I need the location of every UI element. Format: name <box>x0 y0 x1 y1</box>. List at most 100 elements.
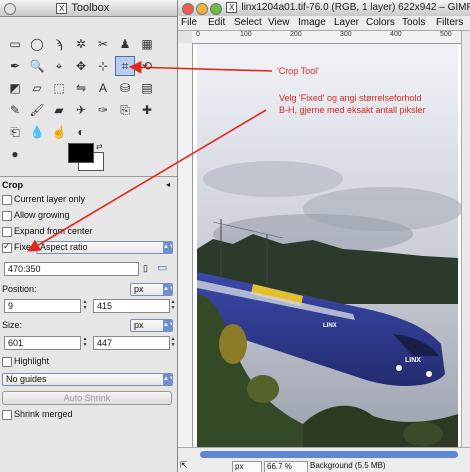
size-height-stepper[interactable]: ▲ ▼ <box>170 336 176 348</box>
ruler-tick: 500 <box>440 31 452 38</box>
foreground-color-swatch[interactable] <box>68 143 94 163</box>
toolbox-titlebar[interactable]: X Toolbox <box>0 0 177 17</box>
rect-select-icon[interactable]: ▭ <box>5 34 25 54</box>
perspective-clone-icon[interactable]: ⎗ <box>5 122 25 142</box>
menu-bar: File Edit Select View Image Layer Colors… <box>178 16 470 31</box>
chevron-down-icon: ▲▼ <box>163 242 172 253</box>
fixed-mode-select[interactable]: Aspect ratio ▲▼ <box>36 241 173 254</box>
bucket-fill-icon[interactable]: ⛁ <box>115 78 135 98</box>
menu-select[interactable]: Select <box>234 17 262 28</box>
paintbrush-icon[interactable]: 🖌 <box>27 100 47 120</box>
portrait-icon[interactable]: ▯ <box>143 263 148 274</box>
options-menu-icon[interactable]: ◂ <box>166 180 170 189</box>
ellipse-select-icon[interactable]: ◯ <box>27 34 47 54</box>
position-y-stepper[interactable]: ▲ ▼ <box>170 299 176 311</box>
foreground-select-icon[interactable]: ♟ <box>115 34 135 54</box>
heal-icon[interactable]: ✚ <box>137 100 157 120</box>
flip-icon[interactable]: ⇋ <box>71 78 91 98</box>
scale-icon[interactable]: ◩ <box>5 78 25 98</box>
position-y-input[interactable]: 415 <box>93 299 170 313</box>
zoom-select[interactable]: 66.7 % <box>264 461 308 472</box>
menu-image[interactable]: Image <box>298 17 326 28</box>
ink-icon[interactable]: ✑ <box>93 100 113 120</box>
current-layer-only-checkbox[interactable] <box>2 195 12 205</box>
smudge-icon[interactable]: ☝ <box>49 122 69 142</box>
position-unit-select[interactable]: px ▲▼ <box>130 283 173 296</box>
size-width-stepper[interactable]: ▲ ▼ <box>82 336 88 348</box>
size-label: Size: <box>2 320 23 330</box>
auto-shrink-button[interactable]: Auto Shrink <box>2 391 172 405</box>
horizontal-ruler[interactable]: 0 100 200 300 400 500 <box>192 31 462 44</box>
menu-colors[interactable]: Colors <box>366 17 395 28</box>
horizontal-scrollbar[interactable] <box>200 451 458 458</box>
instruction-line-2: B-H, gjerne med eksakt antall piksler <box>279 105 426 115</box>
menu-tools[interactable]: Tools <box>402 17 425 28</box>
airbrush-icon[interactable]: ✈ <box>71 100 91 120</box>
free-select-icon[interactable]: ϡ <box>49 34 69 54</box>
unit-select[interactable]: px <box>232 461 262 472</box>
chevron-down-icon: ▲▼ <box>163 374 172 385</box>
maximize-icon[interactable] <box>210 3 222 15</box>
ruler-tick: 300 <box>340 31 352 38</box>
vertical-scrollbar[interactable] <box>461 31 470 448</box>
blend-icon[interactable]: ▤ <box>137 78 157 98</box>
size-unit-select[interactable]: px ▲▼ <box>130 319 173 332</box>
text-icon[interactable]: A <box>93 78 113 98</box>
menu-layer[interactable]: Layer <box>334 17 359 28</box>
x11-icon: X <box>56 3 68 14</box>
pencil-icon[interactable]: ✎ <box>5 100 25 120</box>
vertical-ruler[interactable] <box>178 43 193 449</box>
expand-from-center-label: Expand from center <box>14 226 93 236</box>
swap-colors-icon[interactable]: ⇄ <box>96 142 103 151</box>
align-icon[interactable]: ⊹ <box>93 56 113 76</box>
size-height-input[interactable]: 447 <box>93 336 170 350</box>
fixed-checkbox[interactable] <box>2 241 12 253</box>
measure-icon[interactable]: ⌖ <box>49 56 69 76</box>
image-title: Xlinx1204a01.tif-76.0 (RGB, 1 layer) 622… <box>226 2 470 13</box>
expand-from-center-checkbox[interactable] <box>2 227 12 237</box>
scissors-icon[interactable]: ✂ <box>93 34 113 54</box>
toolbox-title: X Toolbox <box>56 2 109 14</box>
chevron-down-icon: ▲▼ <box>163 320 172 331</box>
guides-value: No guides <box>6 374 47 384</box>
blur-icon[interactable]: 💧 <box>27 122 47 142</box>
shrink-merged-checkbox[interactable] <box>2 410 12 420</box>
fuzzy-select-icon[interactable]: ✲ <box>71 34 91 54</box>
toolbox-title-text: Toolbox <box>71 2 110 14</box>
image-titlebar[interactable]: Xlinx1204a01.tif-76.0 (RGB, 1 layer) 622… <box>178 0 470 17</box>
eraser-icon[interactable]: ▰ <box>49 100 69 120</box>
zoom-icon[interactable]: 🔍 <box>27 56 47 76</box>
rotate-icon[interactable]: ⟲ <box>137 56 157 76</box>
shear-icon[interactable]: ▱ <box>27 78 47 98</box>
menu-view[interactable]: View <box>268 17 290 28</box>
highlight-checkbox[interactable] <box>2 357 12 367</box>
allow-growing-checkbox[interactable] <box>2 211 12 221</box>
size-unit-value: px <box>134 320 144 330</box>
menu-edit[interactable]: Edit <box>208 17 225 28</box>
pointer-icon[interactable]: ⇱ <box>180 460 188 471</box>
aspect-ratio-input[interactable]: 470:350 <box>4 262 139 276</box>
guides-select[interactable]: No guides ▲▼ <box>2 373 173 386</box>
close-icon[interactable] <box>182 3 194 15</box>
paths-icon[interactable]: ✒ <box>5 56 25 76</box>
minimize-icon[interactable] <box>196 3 208 15</box>
fixed-label: Fixed: <box>14 242 39 252</box>
crop-tool-icon[interactable]: ⌗ <box>115 56 135 76</box>
position-unit-value: px <box>134 284 144 294</box>
close-icon[interactable] <box>4 3 16 15</box>
menu-filters[interactable]: Filters <box>436 17 463 28</box>
current-layer-only-label: Current layer only <box>14 194 86 204</box>
tool-options-heading: Crop <box>2 180 23 190</box>
dodge-burn-icon[interactable]: ◐ <box>71 122 91 142</box>
image-title-text: linx1204a01.tif-76.0 (RGB, 1 layer) 622x… <box>241 2 470 13</box>
move-icon[interactable]: ✥ <box>71 56 91 76</box>
position-x-stepper[interactable]: ▲ ▼ <box>82 299 88 311</box>
size-width-input[interactable]: 601 <box>4 336 81 350</box>
select-by-color-icon[interactable]: ▦ <box>137 34 157 54</box>
position-x-input[interactable]: 9 <box>4 299 81 313</box>
menu-file[interactable]: File <box>181 17 197 28</box>
color-picker-icon[interactable]: ● <box>5 144 25 164</box>
landscape-icon[interactable]: ▭ <box>157 261 167 274</box>
perspective-icon[interactable]: ⬚ <box>49 78 69 98</box>
clone-icon[interactable]: ⎘ <box>115 100 135 120</box>
